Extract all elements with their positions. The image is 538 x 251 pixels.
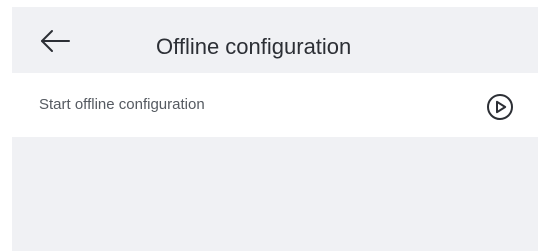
offline-configuration-screen: Offline configuration Start offline conf… <box>0 0 538 251</box>
back-button[interactable] <box>38 27 72 55</box>
page-header: Offline configuration <box>12 7 538 73</box>
arrow-left-icon <box>38 27 72 55</box>
page-title: Offline configuration <box>156 34 352 59</box>
play-circle-icon[interactable] <box>486 93 514 121</box>
start-offline-configuration-row[interactable]: Start offline configuration <box>12 73 538 137</box>
empty-content-area <box>12 137 538 251</box>
start-offline-configuration-label: Start offline configuration <box>39 96 205 113</box>
